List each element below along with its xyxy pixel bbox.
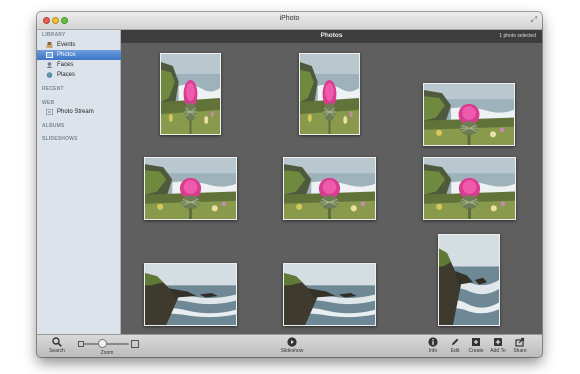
window-title: iPhoto: [279, 15, 300, 22]
pencil-icon: [452, 338, 459, 345]
thistle-photo-image: [284, 158, 375, 219]
photo-thumbnail[interactable]: [423, 83, 515, 146]
create-label: Create: [468, 348, 484, 354]
sidebar-item-photos[interactable]: Photos: [37, 50, 121, 60]
sidebar-item-label: Photos: [57, 52, 76, 58]
sidebar-section-slideshows: SLIDESHOWS: [42, 136, 78, 142]
photo-stream-icon: [46, 109, 53, 115]
thistle-photo-image: [300, 54, 359, 134]
add-to-label: Add To: [490, 348, 506, 354]
sidebar-item-events[interactable]: Events: [37, 40, 121, 50]
sidebar: LIBRARY Events Photos Faces Places RECEN…: [37, 30, 121, 334]
sidebar-item-photo-stream[interactable]: Photo Stream: [37, 107, 121, 117]
view-header: Photos 1 photo selected: [121, 30, 542, 44]
thistle-photo-image: [424, 158, 515, 219]
photo-thumbnail[interactable]: [283, 263, 376, 326]
fullscreen-icon[interactable]: ⤢: [531, 16, 537, 24]
play-icon: [287, 337, 297, 347]
share-button[interactable]: Share: [510, 337, 530, 357]
edit-button[interactable]: Edit: [445, 337, 465, 357]
photos-icon: [46, 52, 53, 58]
sidebar-item-label: Events: [57, 42, 76, 48]
zoom-slider-knob[interactable]: [98, 340, 106, 347]
faces-icon: [46, 62, 53, 68]
info-label: Info: [428, 348, 438, 354]
add-to-icon: [494, 338, 502, 346]
photo-thumbnail[interactable]: [144, 157, 237, 220]
zoom-slider[interactable]: [84, 343, 129, 345]
photo-thumbnail-selected[interactable]: [438, 234, 500, 326]
page-title: Photos: [320, 32, 343, 39]
zoom-label: Zoom: [100, 350, 114, 356]
share-icon: [515, 337, 525, 347]
places-icon: [46, 72, 53, 78]
photo-thumbnail[interactable]: [283, 157, 376, 220]
thistle-photo-image: [424, 84, 514, 145]
iphoto-window: iPhoto ⤢ LIBRARY Events Photos Faces Pla…: [37, 12, 542, 357]
sidebar-section-recent: RECENT: [42, 86, 64, 92]
photo-thumbnail[interactable]: [299, 53, 360, 135]
thistle-photo-image: [161, 54, 220, 134]
sidebar-item-label: Faces: [57, 62, 74, 68]
info-icon: [428, 337, 438, 347]
photo-thumbnail[interactable]: [423, 157, 516, 220]
bottom-toolbar: Search Zoom Slideshow Info Edit Create A…: [37, 334, 542, 357]
zoom-in-icon[interactable]: [131, 340, 139, 348]
sidebar-section-web: WEB: [42, 100, 55, 106]
slideshow-label: Slideshow: [280, 348, 304, 354]
info-button[interactable]: Info: [423, 337, 443, 357]
sidebar-section-albums: ALBUMS: [42, 123, 65, 129]
sidebar-item-label: Photo Stream: [57, 109, 94, 115]
share-label: Share: [513, 348, 527, 354]
create-icon: [472, 338, 480, 346]
photo-grid: [121, 43, 542, 334]
create-button[interactable]: Create: [466, 337, 486, 357]
coast-photo-image: [439, 235, 499, 325]
title-bar: iPhoto ⤢: [37, 12, 542, 30]
events-icon: [46, 42, 53, 48]
photo-thumbnail[interactable]: [144, 263, 237, 326]
sidebar-item-faces[interactable]: Faces: [37, 60, 121, 70]
search-button[interactable]: Search: [47, 337, 67, 357]
search-label: Search: [49, 348, 65, 354]
sidebar-section-library: LIBRARY: [42, 32, 66, 38]
slideshow-button[interactable]: Slideshow: [280, 337, 304, 357]
selection-status: 1 photo selected: [499, 33, 536, 39]
thistle-photo-image: [145, 158, 236, 219]
edit-label: Edit: [450, 348, 460, 354]
coast-photo-image: [145, 264, 236, 325]
add-to-button[interactable]: Add To: [488, 337, 508, 357]
sidebar-item-label: Places: [57, 72, 76, 78]
search-icon: [52, 337, 62, 347]
sidebar-item-places[interactable]: Places: [37, 70, 121, 80]
photo-thumbnail[interactable]: [160, 53, 221, 135]
coast-photo-image: [284, 264, 375, 325]
